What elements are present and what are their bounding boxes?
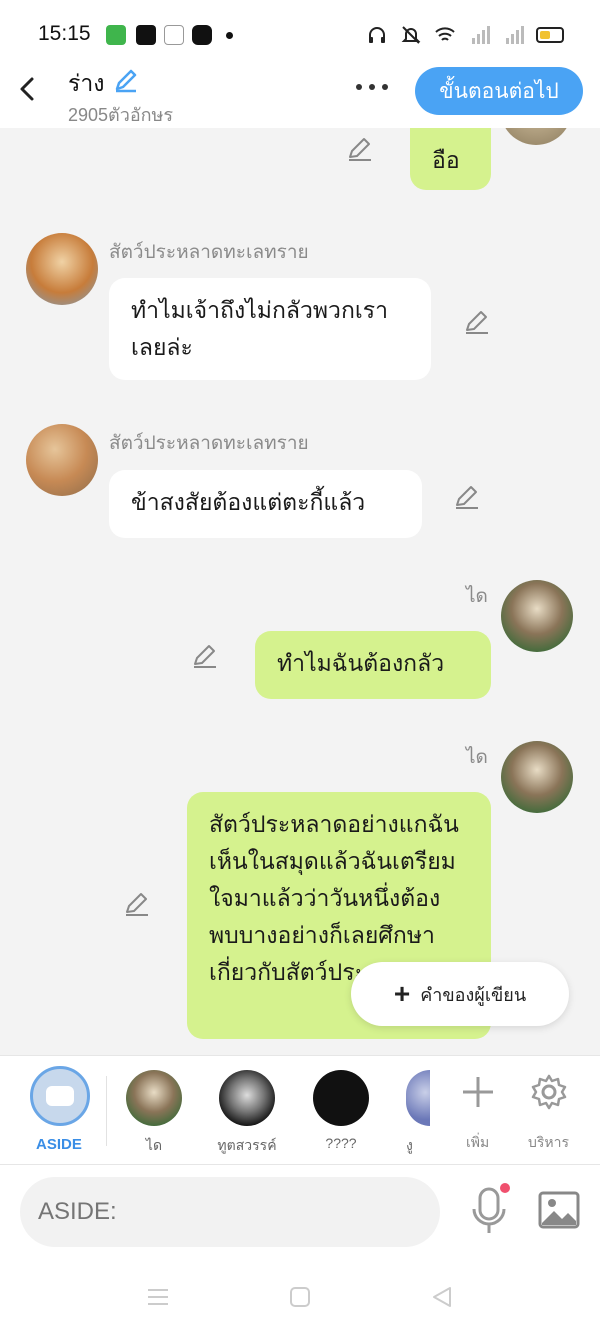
- menu-icon[interactable]: [146, 1285, 170, 1309]
- next-step-button[interactable]: ขั้นตอนต่อไป: [415, 67, 583, 115]
- message-input[interactable]: [20, 1177, 440, 1247]
- facebook-icon: [136, 25, 156, 45]
- battery-icon: [536, 27, 564, 43]
- wifi-icon: [435, 27, 455, 41]
- recording-badge: [500, 1183, 510, 1193]
- plus-icon: +: [393, 978, 411, 1009]
- signal-icon: [472, 26, 490, 44]
- chat-area[interactable]: อือ สัตว์ประหลาดทะเลทราย ทำไมเจ้าถึงไม่ก…: [0, 128, 600, 1055]
- avatar-dai[interactable]: [501, 741, 573, 813]
- add-character-icon[interactable]: [458, 1072, 498, 1112]
- more-menu-icon[interactable]: [356, 76, 390, 96]
- character-name: ทูตสวรรค์: [217, 1137, 277, 1153]
- character-name: งู: [406, 1137, 413, 1153]
- mute-icon: [401, 26, 421, 44]
- status-bar: 15:15: [0, 0, 600, 62]
- message-bubble[interactable]: ทำไมเจ้าถึงไม่กลัวพวกเราเลยล่ะ: [109, 278, 431, 380]
- sender-name: ได: [466, 747, 488, 768]
- author-note-button[interactable]: + คำของผู้เขียน: [351, 962, 569, 1026]
- edit-title-icon[interactable]: [112, 66, 140, 94]
- image-icon[interactable]: [538, 1191, 580, 1229]
- avatar-dai[interactable]: [501, 580, 573, 652]
- character-avatar-dai[interactable]: [126, 1070, 182, 1126]
- message-bubble[interactable]: ข้าสงสัยต้องแต่ตะกี้แล้ว: [109, 470, 422, 538]
- avatar-desert-monster[interactable]: [26, 233, 98, 305]
- input-bar: [0, 1165, 600, 1265]
- character-name: ได: [145, 1137, 163, 1153]
- aside-label: ASIDE: [36, 1136, 82, 1153]
- avatar-dai[interactable]: [500, 128, 572, 145]
- wechat-icon: [106, 25, 126, 45]
- system-nav-bar: [0, 1265, 600, 1333]
- character-name: ????: [325, 1135, 357, 1151]
- status-time: 15:15: [38, 22, 91, 45]
- chat-bubble-icon: [46, 1086, 74, 1106]
- gear-icon[interactable]: [529, 1072, 569, 1112]
- add-label: เพิ่ม: [466, 1134, 490, 1150]
- signal-icon: [506, 26, 524, 44]
- sender-name: ได: [466, 586, 488, 607]
- bunny-icon: [192, 25, 212, 45]
- character-avatar-angel[interactable]: [219, 1070, 275, 1126]
- edit-message-icon[interactable]: [452, 481, 482, 511]
- character-count: 2905ตัวอักษร: [68, 105, 174, 125]
- avatar-desert-monster[interactable]: [26, 424, 98, 496]
- sender-name: สัตว์ประหลาดทะเลทราย: [109, 242, 309, 263]
- microphone-icon[interactable]: [470, 1185, 508, 1237]
- manage-label: บริหาร: [528, 1134, 570, 1150]
- edit-message-icon[interactable]: [462, 306, 492, 336]
- status-icons: [366, 24, 564, 46]
- aside-character-button[interactable]: [30, 1066, 90, 1126]
- divider: [106, 1076, 107, 1146]
- headphones-icon: [369, 27, 385, 43]
- sender-name: สัตว์ประหลาดทะเลทราย: [109, 433, 309, 454]
- back-arrow-icon[interactable]: [16, 74, 40, 104]
- character-bar: ASIDE ได ทูตสวรรค์ ???? งู เพิ่ม บริหาร: [0, 1055, 600, 1165]
- message-bubble[interactable]: ทำไมฉันต้องกลัว: [255, 631, 491, 699]
- notification-dot: [226, 32, 233, 39]
- character-avatar-unknown[interactable]: [313, 1070, 369, 1126]
- character-avatar-snake[interactable]: [406, 1070, 430, 1126]
- back-icon[interactable]: [430, 1285, 454, 1309]
- home-icon[interactable]: [288, 1285, 312, 1309]
- edit-message-icon[interactable]: [122, 888, 152, 918]
- top-header: ร่าง 2905ตัวอักษร ขั้นตอนต่อไป: [0, 62, 600, 128]
- author-note-label: คำของผู้เขียน: [420, 984, 527, 1005]
- message-bubble[interactable]: อือ: [410, 128, 491, 190]
- edit-message-icon[interactable]: [190, 640, 220, 670]
- edit-message-icon[interactable]: [345, 133, 375, 163]
- game-icon: [164, 25, 184, 45]
- draft-title: ร่าง: [68, 70, 105, 96]
